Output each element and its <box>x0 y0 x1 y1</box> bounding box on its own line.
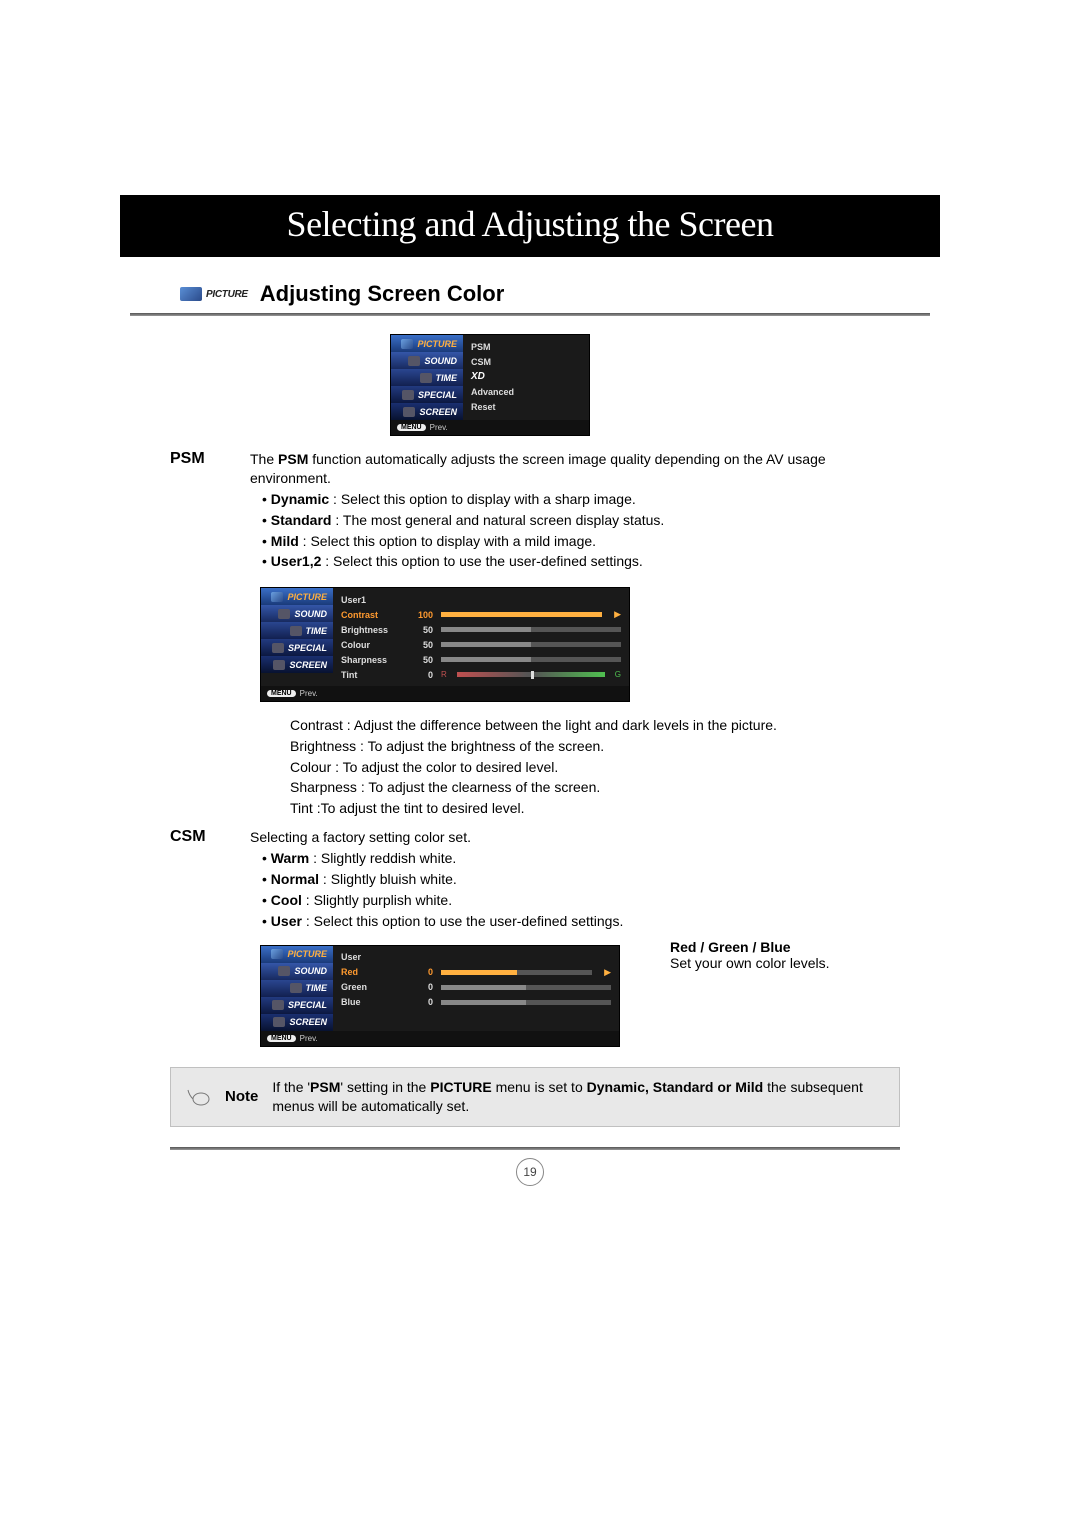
osd-item-advanced: Advanced <box>471 387 529 397</box>
osd-tab-screen: SCREEN <box>391 403 463 420</box>
psm-label: PSM <box>170 450 250 573</box>
osd-item-csm: CSM <box>471 357 529 367</box>
osd-tab-picture: PICTURE <box>391 335 463 352</box>
psm-sub-description: Contrast : Adjust the difference between… <box>290 716 930 818</box>
mouse-icon <box>185 1086 211 1108</box>
section-title: Adjusting Screen Color <box>260 281 504 307</box>
csm-description: Selecting a factory setting color set. •… <box>250 828 900 932</box>
note-box: Note If the 'PSM' setting in the PICTURE… <box>170 1067 900 1127</box>
page-banner: Selecting and Adjusting the Screen <box>120 195 940 257</box>
osd-picture-menu: PICTURE SOUND TIME SPECIAL SCREEN PSM CS… <box>390 334 590 436</box>
picture-chip-icon <box>180 287 202 301</box>
osd-user1-title: User1 <box>341 595 399 605</box>
osd-user-rgb-menu: PICTURE SOUND TIME SPECIAL SCREEN User R… <box>260 945 620 1047</box>
osd-tab-sound: SOUND <box>391 352 463 369</box>
rgb-note: Red / Green / Blue Set your own color le… <box>670 939 830 971</box>
osd-item-psm: PSM <box>471 342 529 352</box>
note-text: If the 'PSM' setting in the PICTURE menu… <box>272 1078 885 1116</box>
divider-top <box>130 313 930 316</box>
psm-description: The PSM function automatically adjusts t… <box>250 450 900 573</box>
osd-user-title: User <box>341 952 399 962</box>
osd-user1-menu: PICTURE SOUND TIME SPECIAL SCREEN User1 … <box>260 587 630 702</box>
osd-tab-time: TIME <box>391 369 463 386</box>
osd-footer: MENUPrev. <box>391 420 589 435</box>
note-label: Note <box>225 1088 258 1105</box>
osd-tab-special: SPECIAL <box>391 386 463 403</box>
picture-chip-label: PICTURE <box>206 289 248 300</box>
page-number: 19 <box>516 1158 544 1186</box>
osd-item-xd: XD <box>471 371 485 382</box>
picture-chip: PICTURE <box>180 287 248 301</box>
csm-label: CSM <box>170 828 250 932</box>
divider-bottom <box>170 1147 900 1150</box>
osd-item-reset: Reset <box>471 402 529 412</box>
